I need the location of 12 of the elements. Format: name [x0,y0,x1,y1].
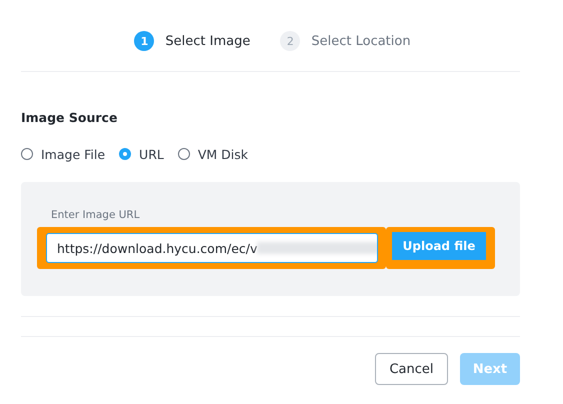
radio-label[interactable]: URL [139,146,164,162]
cancel-button[interactable]: Cancel [375,353,448,385]
radio-label[interactable]: VM Disk [198,146,248,162]
step-label[interactable]: Select Image [165,34,250,48]
step-number: 1 [134,31,154,51]
url-text: https://download.hycu.com/ec/v [57,240,258,256]
step-label[interactable]: Select Location [311,34,411,48]
step-number: 2 [280,31,300,51]
field-label: Enter Image URL [51,209,141,223]
url-input-field[interactable]: https://download.hycu.com/ec/v [46,233,378,263]
radio-label[interactable]: Image File [41,146,106,162]
section-title: Image Source [21,110,118,126]
